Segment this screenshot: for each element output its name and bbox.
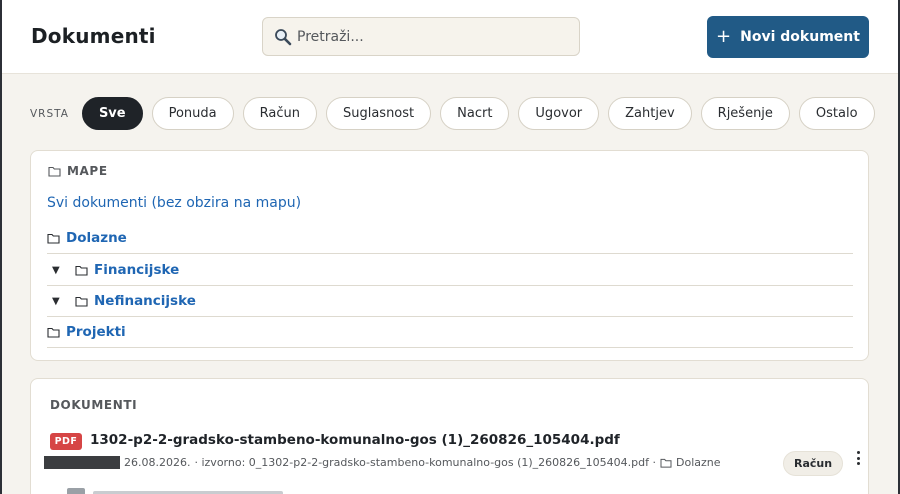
filter-chip-ugovor[interactable]: Ugovor [518, 97, 600, 130]
document-title[interactable]: 1302-p2-2-gradsko-stambeno-komunalno-gos… [90, 432, 620, 448]
documents-card: DOKUMENTI PDF 1302-p2-2-gradsko-stambeno… [30, 378, 869, 494]
folder-name: Projekti [66, 324, 126, 340]
folder-icon [75, 296, 88, 307]
folder-name: Financijske [94, 262, 180, 278]
folder-row-dolazne[interactable]: Dolazne [47, 223, 853, 254]
search-icon [275, 28, 292, 45]
filter-chip-nacrt[interactable]: Nacrt [440, 97, 510, 130]
document-type-badge: Račun [783, 451, 844, 476]
expand-caret-icon[interactable]: ▼ [52, 296, 60, 307]
new-document-button[interactable]: + Novi dokument [707, 16, 869, 58]
page-title: Dokumenti [31, 24, 156, 48]
search-box[interactable] [262, 17, 580, 56]
filter-label: VRSTA [30, 107, 69, 120]
filter-chip-racun[interactable]: Račun [242, 97, 317, 130]
document-meta: 26.08.2026. · izvorno: 0_1302-p2-2-grads… [44, 456, 721, 469]
file-thumbnail-icon [67, 488, 85, 494]
folder-icon [47, 233, 60, 244]
folder-name: Nefinancijske [94, 293, 196, 309]
type-filter-row: VRSTA Sve Ponuda Račun Suglasnost Nacrt … [30, 97, 884, 130]
folder-icon [47, 327, 60, 338]
new-document-label: Novi dokument [740, 29, 860, 45]
plus-icon: + [716, 26, 732, 47]
folder-icon [660, 458, 672, 468]
document-date: 26.08.2026. [124, 456, 191, 469]
documents-heading: DOKUMENTI [50, 398, 138, 412]
filter-chip-suglasnost[interactable]: Suglasnost [325, 97, 432, 130]
top-header: Dokumenti + Novi dokument [2, 0, 898, 74]
folder-row-projekti[interactable]: Projekti [47, 317, 853, 348]
search-input[interactable] [297, 28, 567, 45]
file-type-badge: PDF [50, 433, 82, 450]
redacted-author [44, 456, 120, 469]
more-options-icon[interactable] [853, 448, 863, 468]
document-folder: Dolazne [676, 456, 721, 469]
filter-chip-ostalo[interactable]: Ostalo [798, 97, 875, 130]
folder-name: Dolazne [66, 230, 127, 246]
window-edge-left [0, 0, 2, 494]
folders-heading-label: MAPE [67, 164, 108, 178]
filter-chip-rjesenje[interactable]: Rješenje [700, 97, 790, 130]
folder-icon [75, 265, 88, 276]
filter-chip-ponuda[interactable]: Ponuda [151, 97, 234, 130]
filter-chip-zahtjev[interactable]: Zahtjev [608, 97, 692, 130]
filter-chip-sve[interactable]: Sve [81, 97, 143, 130]
document-source: · izvorno: 0_1302-p2-2-gradsko-stambeno-… [194, 456, 656, 469]
folder-icon [48, 166, 61, 177]
document-row-partial [67, 488, 287, 494]
folders-card: MAPE Svi dokumenti (bez obzira na mapu) … [30, 150, 869, 361]
all-documents-link[interactable]: Svi dokumenti (bez obzira na mapu) [47, 195, 301, 211]
folder-row-nefinancijske[interactable]: ▼ Nefinancijske [47, 286, 853, 317]
folders-heading: MAPE [48, 164, 108, 178]
folder-row-financijske[interactable]: ▼ Financijske [47, 255, 853, 286]
expand-caret-icon[interactable]: ▼ [52, 265, 60, 276]
